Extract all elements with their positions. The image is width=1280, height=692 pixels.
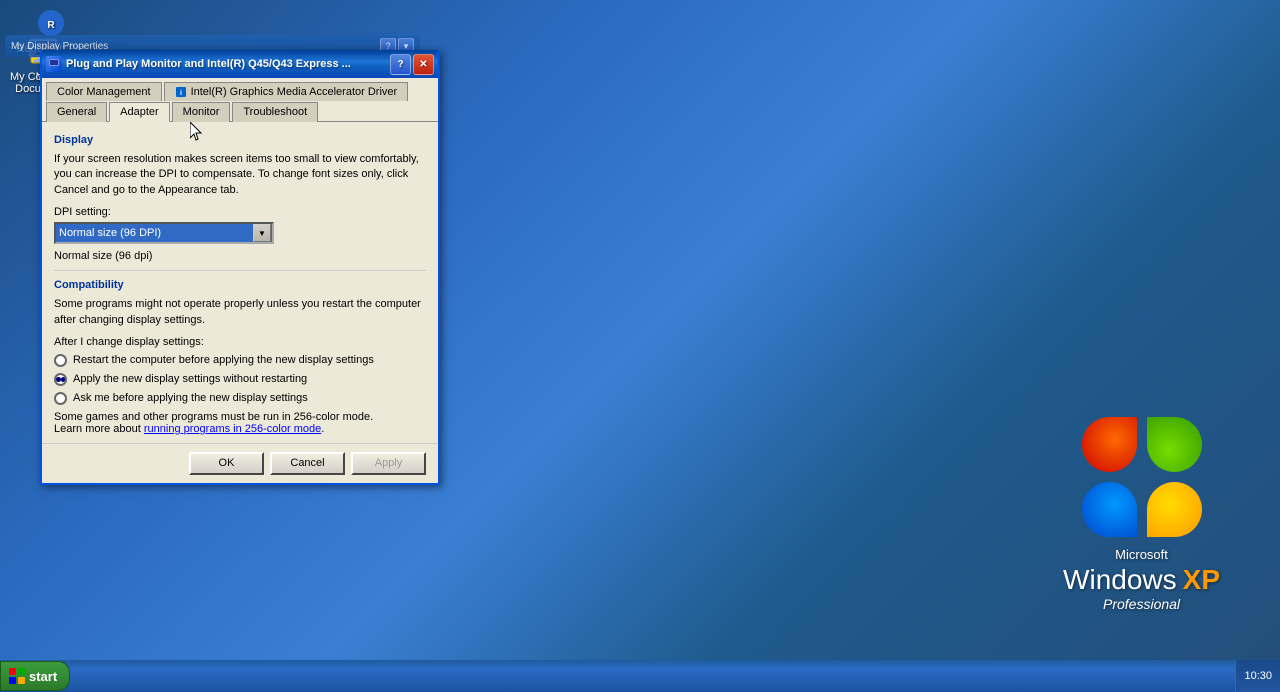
windows-text: Windows (1063, 564, 1177, 596)
tab-troubleshoot[interactable]: Troubleshoot (232, 102, 318, 122)
dpi-dropdown-container: Normal size (96 DPI) ▼ (54, 222, 426, 244)
desktop: Microsoft Windows XP Professional My Doc… (0, 0, 1280, 692)
radio-restart-input[interactable] (54, 354, 67, 367)
dialog-title: Plug and Play Monitor and Intel(R) Q45/Q… (66, 58, 390, 70)
flag-blue (1082, 482, 1137, 537)
display-section: Display If your screen resolution makes … (54, 134, 426, 262)
flag-green (1147, 417, 1202, 472)
flag-red (1082, 417, 1137, 472)
help-button[interactable]: ? (390, 54, 411, 75)
close-button[interactable]: ✕ (413, 54, 434, 75)
radio-ask-me-input[interactable] (54, 392, 67, 405)
radio-apply-without-restart-input[interactable] (54, 373, 67, 386)
compatibility-header: Compatibility (54, 279, 426, 291)
taskbar-tray: 10:30 (1235, 660, 1280, 692)
dpi-text-value: Normal size (96 dpi) (54, 250, 426, 262)
professional-text: Professional (1063, 596, 1220, 612)
radio-apply-without-restart[interactable]: Apply the new display settings without r… (54, 373, 426, 386)
section-divider (54, 270, 426, 271)
dpi-select[interactable]: Normal size (96 DPI) ▼ (54, 222, 274, 244)
dpi-select-value: Normal size (96 DPI) (56, 227, 161, 239)
compatibility-section: Compatibility Some programs might not op… (54, 279, 426, 435)
ok-button[interactable]: OK (189, 452, 264, 475)
start-button[interactable]: start (0, 661, 70, 691)
display-properties-dialog: Plug and Play Monitor and Intel(R) Q45/Q… (40, 50, 440, 485)
start-label: start (29, 669, 57, 684)
dialog-icon (46, 56, 62, 72)
dialog-content: Display If your screen resolution makes … (42, 122, 438, 443)
windows-flag (1082, 417, 1202, 537)
tab-color-management[interactable]: Color Management (46, 82, 162, 101)
dialog-title-bar[interactable]: Plug and Play Monitor and Intel(R) Q45/Q… (42, 50, 438, 78)
after-change-label: After I change display settings: (54, 336, 426, 348)
title-bar-buttons: ? ✕ (390, 54, 434, 75)
dpi-label: DPI setting: (54, 206, 426, 218)
cancel-button[interactable]: Cancel (270, 452, 345, 475)
tab-row-2: Color Management i Intel(R) Graphics Med… (46, 82, 434, 100)
button-bar: OK Cancel Apply (42, 443, 438, 483)
radio-restart[interactable]: Restart the computer before applying the… (54, 354, 426, 367)
radio-restart-label: Restart the computer before applying the… (73, 354, 374, 366)
svg-text:R: R (47, 20, 55, 31)
flag-yellow (1147, 482, 1202, 537)
intel-icon: i (175, 86, 187, 98)
dpi-dropdown-arrow[interactable]: ▼ (253, 224, 271, 242)
display-section-header: Display (54, 134, 426, 146)
taskbar: start 10:30 (0, 660, 1280, 692)
tab-adapter[interactable]: Adapter (109, 102, 170, 122)
color-mode-text: Some games and other programs must be ru… (54, 411, 426, 435)
start-logo-icon (9, 668, 25, 684)
tab-intel-driver[interactable]: i Intel(R) Graphics Media Accelerator Dr… (164, 82, 409, 101)
color-mode-link[interactable]: running programs in 256-color mode (144, 423, 321, 435)
tab-row-1: General Adapter Monitor Troubleshoot (46, 102, 434, 121)
microsoft-text: Microsoft (1063, 547, 1220, 562)
windows-xp-logo: Microsoft Windows XP Professional (1063, 417, 1220, 612)
xp-text: XP (1183, 564, 1220, 596)
radio-ask-me-label: Ask me before applying the new display s… (73, 392, 308, 404)
tab-monitor[interactable]: Monitor (172, 102, 231, 122)
tab-bar: Color Management i Intel(R) Graphics Med… (42, 78, 438, 122)
apply-button[interactable]: Apply (351, 452, 426, 475)
display-description: If your screen resolution makes screen i… (54, 152, 426, 198)
radio-checked-dot (56, 377, 61, 382)
compatibility-description: Some programs might not operate properly… (54, 297, 426, 328)
radio-apply-without-restart-label: Apply the new display settings without r… (73, 373, 307, 385)
tab-general[interactable]: General (46, 102, 107, 122)
radio-ask-me[interactable]: Ask me before applying the new display s… (54, 392, 426, 405)
taskbar-time: 10:30 (1244, 670, 1272, 682)
svg-text:i: i (180, 90, 182, 97)
